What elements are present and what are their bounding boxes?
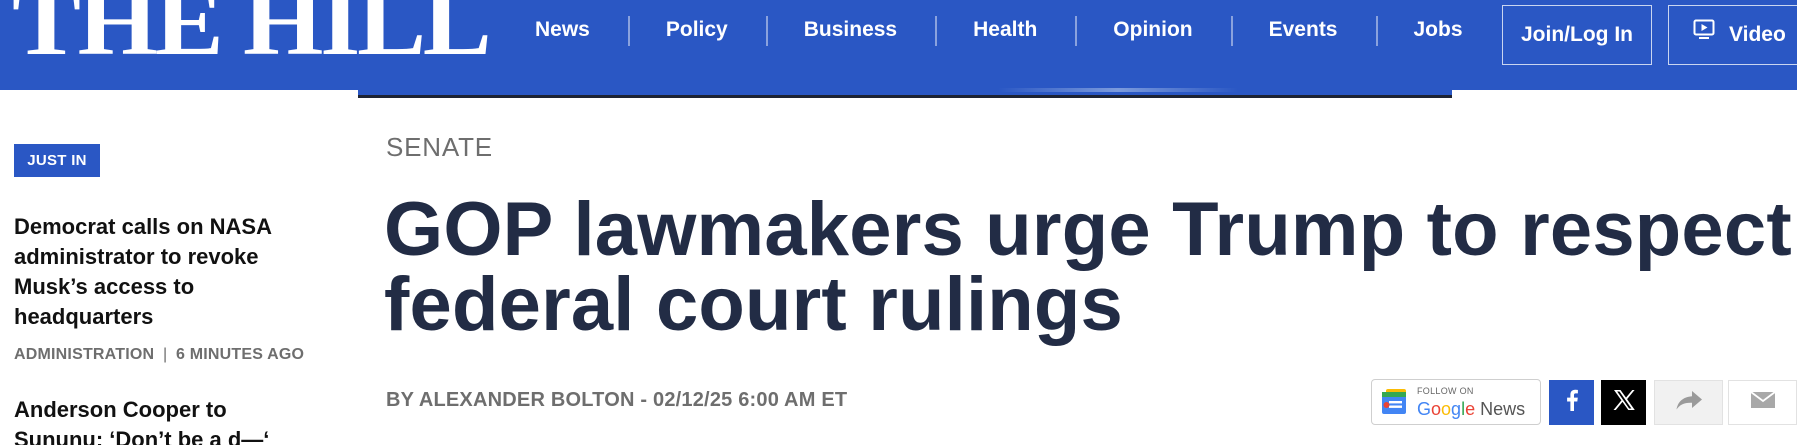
- site-logo[interactable]: THE HILL: [12, 0, 492, 70]
- nav-item-business[interactable]: Business: [765, 14, 935, 48]
- sidebar-meta-1: ADMINISTRATION | 6 MINUTES AGO: [14, 346, 304, 364]
- section-label[interactable]: SENATE: [386, 132, 493, 163]
- sidebar-category[interactable]: ADMINISTRATION: [14, 346, 154, 363]
- video-button[interactable]: Video: [1668, 5, 1797, 65]
- nav-item-health[interactable]: Health: [935, 14, 1075, 48]
- just-in-badge: JUST IN: [14, 144, 100, 177]
- email-icon: [1749, 391, 1776, 414]
- share-forward-button[interactable]: [1654, 380, 1723, 425]
- nav-item-news[interactable]: News: [505, 14, 628, 48]
- join-login-button[interactable]: Join/Log In: [1502, 5, 1652, 65]
- sidebar-headline-1[interactable]: Democrat calls on NASA administrator to …: [14, 212, 314, 332]
- x-icon: [1612, 388, 1636, 417]
- article-title: GOP lawmakers urge Trump to respect fede…: [384, 187, 1792, 347]
- facebook-icon: [1565, 389, 1579, 416]
- google-news-follow-label: FOLLOW ON: [1417, 386, 1474, 396]
- site-header: THE HILL News Policy Business Health Opi…: [0, 0, 1797, 90]
- share-facebook-button[interactable]: [1549, 380, 1594, 425]
- nav-item-events[interactable]: Events: [1230, 14, 1376, 48]
- follow-google-news-button[interactable]: FOLLOW ON Google News: [1371, 379, 1541, 425]
- nav-item-jobs[interactable]: Jobs: [1375, 14, 1501, 48]
- article-byline: BY ALEXANDER BOLTON - 02/12/25 6:00 AM E…: [386, 389, 848, 411]
- sidebar-headline-2[interactable]: Anderson Cooper to Sununu: ‘Don’t be a d…: [14, 395, 314, 445]
- share-email-button[interactable]: [1728, 380, 1797, 425]
- main-nav: News Policy Business Health Opinion Even…: [505, 14, 1501, 48]
- nav-item-opinion[interactable]: Opinion: [1075, 14, 1230, 48]
- video-label: Video: [1729, 23, 1786, 46]
- play-icon: [1693, 4, 1715, 62]
- ad-banner-strip: [358, 82, 1452, 98]
- google-news-label: Google News: [1417, 399, 1526, 419]
- share-arrow-icon: [1675, 390, 1703, 415]
- meta-separator: |: [162, 346, 168, 363]
- share-x-button[interactable]: [1601, 380, 1646, 425]
- sidebar-time: 6 MINUTES AGO: [175, 346, 305, 363]
- google-news-icon: [1380, 388, 1410, 421]
- nav-item-policy[interactable]: Policy: [627, 14, 766, 48]
